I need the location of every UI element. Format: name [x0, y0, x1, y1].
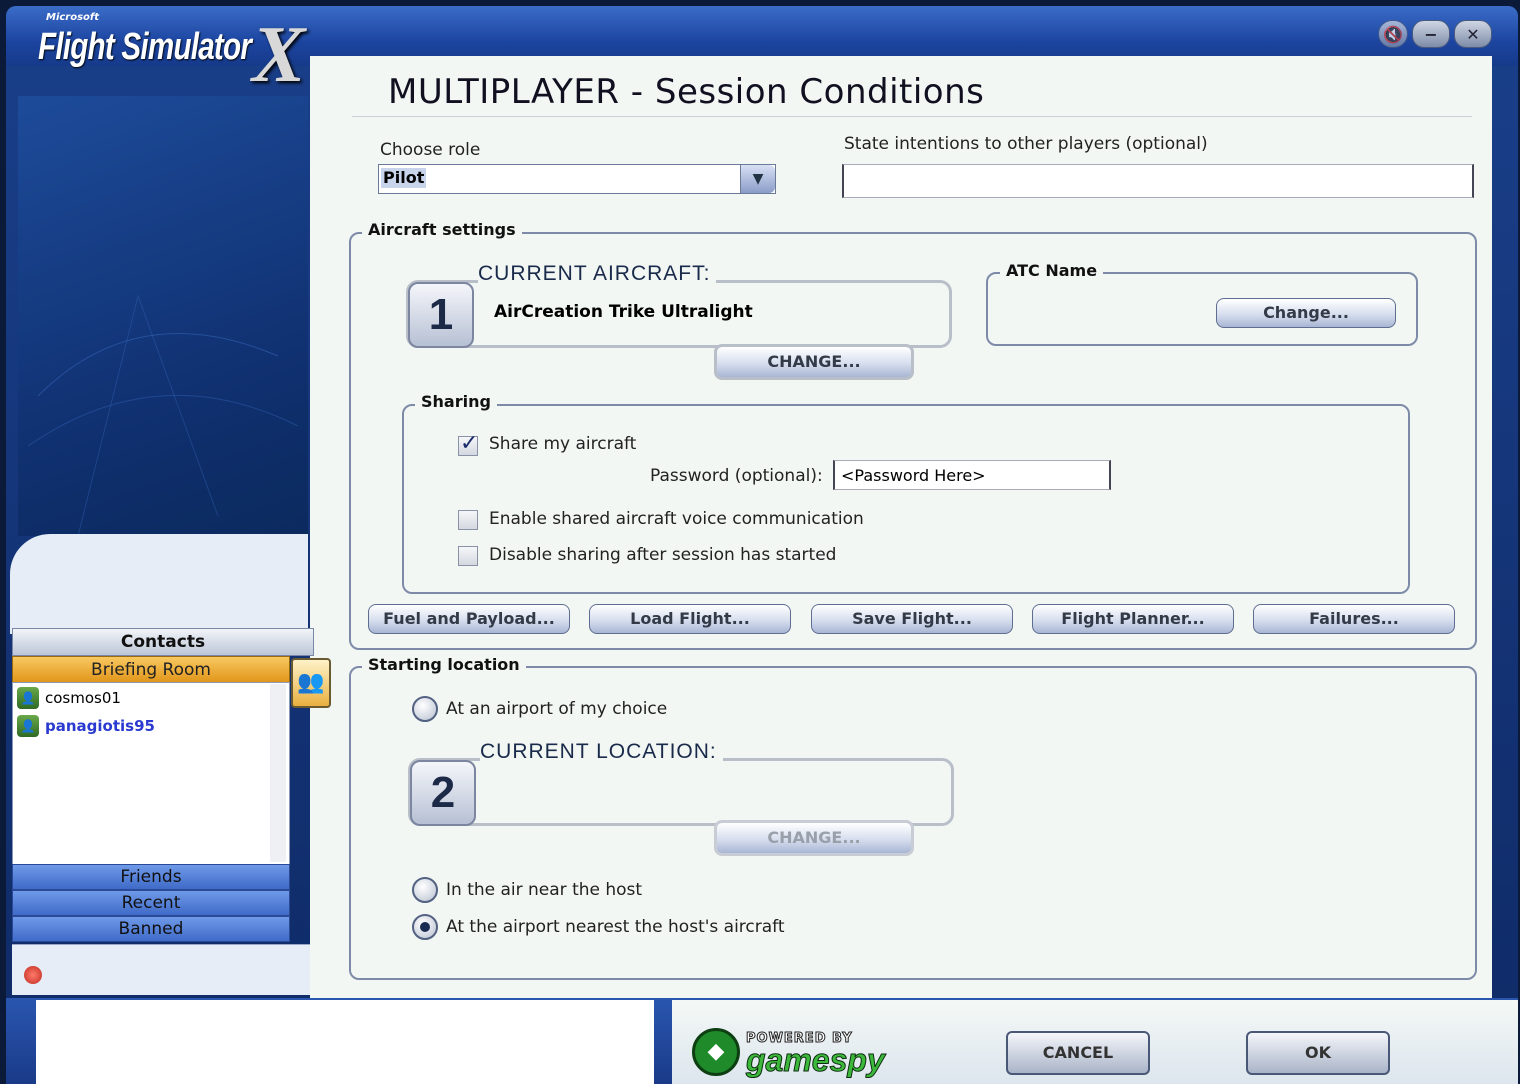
nearest-host-airport-radio[interactable]: [412, 914, 438, 940]
share-aircraft-checkbox[interactable]: ✓: [458, 431, 478, 456]
ok-button[interactable]: OK: [1246, 1031, 1390, 1075]
airport-choice-label: At an airport of my choice: [446, 699, 668, 719]
aircraft-name: AirCreation Trike Ultralight: [494, 302, 753, 322]
contacts-list: 👤 cosmos01 👤 panagiotis95: [12, 682, 290, 866]
window-controls: 🔇 − ✕: [1378, 20, 1492, 48]
location-slot-badge: 2: [410, 760, 476, 826]
sharing-group: [402, 404, 1410, 594]
current-aircraft-label: CURRENT AIRCRAFT:: [478, 262, 717, 286]
intentions-label: State intentions to other players (optio…: [844, 134, 1208, 154]
flight-planner-button[interactable]: Flight Planner...: [1032, 604, 1234, 634]
left-panel-bottom: [10, 534, 308, 634]
role-value: Pilot: [381, 168, 427, 188]
atc-name-label: ATC Name: [1000, 261, 1104, 280]
slot-number-badge: 1: [408, 282, 474, 348]
disable-sharing-label: Disable sharing after session has starte…: [489, 545, 837, 565]
contacts-footer: [12, 944, 310, 995]
cancel-button[interactable]: CANCEL: [1006, 1031, 1150, 1075]
user-name: cosmos01: [45, 689, 121, 707]
gamespy-label: gamespy: [746, 1041, 886, 1078]
chat-users-icon[interactable]: 👥: [291, 658, 331, 708]
briefing-room-tab[interactable]: Briefing Room: [12, 656, 290, 684]
enable-voice-label: Enable shared aircraft voice communicati…: [489, 509, 864, 529]
left-decorative-panel: [18, 96, 308, 536]
title-divider: [352, 116, 1472, 117]
sharing-label: Sharing: [415, 392, 497, 411]
tab-recent[interactable]: Recent: [12, 890, 290, 916]
role-label: Choose role: [380, 140, 481, 160]
starting-location-label: Starting location: [362, 655, 526, 674]
gamespy-logo: ◆ POWERED BY gamespy: [692, 1028, 885, 1076]
checkmark-icon: ✓: [460, 431, 479, 456]
tab-friends[interactable]: Friends: [12, 864, 290, 890]
gamespy-icon: ◆: [692, 1028, 740, 1076]
fuel-payload-button[interactable]: Fuel and Payload...: [368, 604, 570, 634]
logo-text: Flight Simulator: [38, 26, 252, 68]
radio-selected-dot: [420, 922, 430, 932]
chat-input-area[interactable]: [36, 1000, 654, 1084]
load-flight-button[interactable]: Load Flight...: [589, 604, 791, 634]
change-atc-button[interactable]: Change...: [1216, 298, 1396, 328]
airport-choice-radio[interactable]: [412, 696, 438, 722]
page-title: MULTIPLAYER - Session Conditions: [388, 72, 985, 112]
air-near-host-radio[interactable]: [412, 877, 438, 903]
role-dropdown[interactable]: Pilot ▼: [378, 164, 776, 194]
chevron-down-icon[interactable]: ▼: [740, 165, 775, 193]
current-location-slot: [408, 758, 954, 826]
contacts-header[interactable]: Contacts: [12, 628, 314, 656]
tab-banned[interactable]: Banned: [12, 916, 290, 942]
status-icon[interactable]: [24, 966, 42, 984]
change-aircraft-button[interactable]: CHANGE...: [714, 344, 914, 380]
user-name: panagiotis95: [45, 717, 155, 735]
minimize-button[interactable]: −: [1412, 20, 1450, 48]
aircraft-settings-label: Aircraft settings: [362, 220, 522, 239]
user-icon: 👤: [17, 715, 39, 737]
list-item[interactable]: 👤 cosmos01: [17, 687, 121, 709]
current-location-label: CURRENT LOCATION:: [480, 740, 723, 764]
nearest-host-airport-label: At the airport nearest the host's aircra…: [446, 917, 785, 937]
change-location-button[interactable]: CHANGE...: [714, 820, 914, 856]
logo-x: X: [252, 11, 306, 99]
save-flight-button[interactable]: Save Flight...: [811, 604, 1013, 634]
close-button[interactable]: ✕: [1454, 20, 1492, 48]
enable-voice-checkbox[interactable]: [458, 510, 478, 530]
contacts-scrollbar[interactable]: [270, 684, 286, 862]
disable-sharing-checkbox[interactable]: [458, 546, 478, 566]
list-item[interactable]: 👤 panagiotis95: [17, 715, 155, 737]
intentions-input[interactable]: [842, 164, 1474, 198]
user-icon: 👤: [17, 687, 39, 709]
air-near-host-label: In the air near the host: [446, 880, 643, 900]
share-aircraft-label: Share my aircraft: [489, 434, 637, 454]
microsoft-label: Microsoft: [46, 12, 100, 23]
password-label: Password (optional):: [650, 466, 823, 486]
password-input[interactable]: <Password Here>: [833, 460, 1111, 490]
sound-icon[interactable]: 🔇: [1378, 20, 1408, 48]
failures-button[interactable]: Failures...: [1253, 604, 1455, 634]
